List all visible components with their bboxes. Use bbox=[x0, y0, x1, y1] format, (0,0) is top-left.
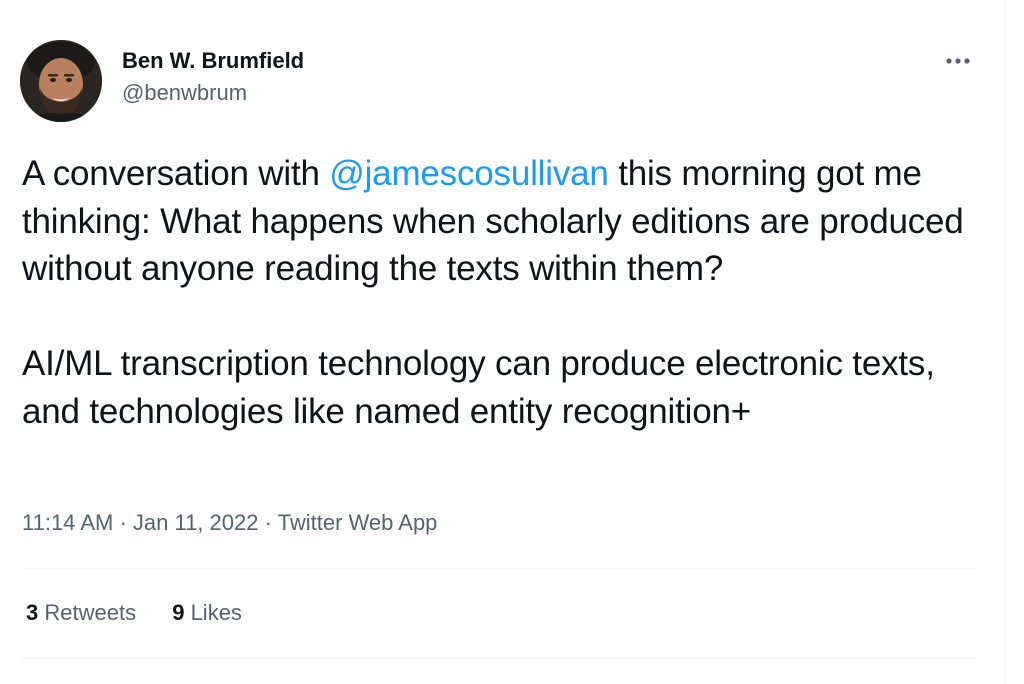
tweet-source[interactable]: Twitter Web App bbox=[278, 510, 438, 535]
likes-label: Likes bbox=[184, 600, 242, 625]
divider-bottom bbox=[22, 658, 975, 659]
author-handle[interactable]: @benwbrum bbox=[122, 79, 304, 107]
tweet-stats: 3 Retweets 9 Likes bbox=[26, 598, 272, 628]
tweet-text: A conversation with @jamescosullivan thi… bbox=[22, 150, 982, 435]
more-options-icon[interactable] bbox=[943, 54, 973, 68]
tweet-paragraph-2: AI/ML transcription technology can produ… bbox=[22, 344, 935, 431]
avatar-photo bbox=[20, 40, 102, 122]
divider-top bbox=[22, 568, 975, 569]
avatar[interactable] bbox=[20, 40, 102, 122]
meta-separator-2: · bbox=[258, 510, 278, 535]
meta-separator-1: · bbox=[113, 510, 133, 535]
author-display-name[interactable]: Ben W. Brumfield bbox=[122, 47, 304, 75]
likes-count: 9 bbox=[172, 600, 185, 625]
retweets-count: 3 bbox=[26, 600, 39, 625]
tweet-date[interactable]: Jan 11, 2022 bbox=[133, 510, 259, 535]
retweets-label: Retweets bbox=[38, 600, 137, 625]
tweet-paragraph-1: A conversation with @jamescosullivan thi… bbox=[22, 150, 982, 293]
retweets-stat[interactable]: 3 Retweets bbox=[26, 598, 136, 628]
tweet-card: Ben W. Brumfield @benwbrum A conversatio… bbox=[0, 0, 1006, 684]
likes-stat[interactable]: 9 Likes bbox=[172, 598, 242, 628]
author-info: Ben W. Brumfield @benwbrum bbox=[122, 47, 304, 107]
tweet-meta: 11:14 AM · Jan 11, 2022 · Twitter Web Ap… bbox=[22, 508, 437, 538]
tweet-header: Ben W. Brumfield @benwbrum bbox=[20, 40, 985, 124]
tweet-time[interactable]: 11:14 AM bbox=[22, 510, 113, 535]
mention-link[interactable]: @jamescosullivan bbox=[329, 154, 609, 193]
tweet-text-before-mention: A conversation with bbox=[22, 154, 330, 193]
